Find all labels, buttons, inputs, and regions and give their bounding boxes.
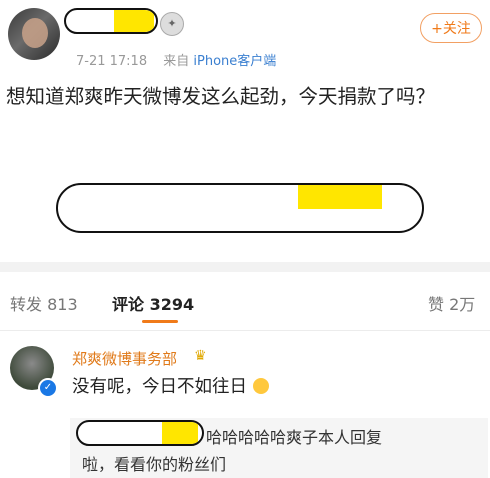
- reply-text-line2: 啦，看看你的粉丝们: [82, 455, 227, 474]
- vip-badge-icon: ✦: [160, 12, 184, 36]
- source-link[interactable]: iPhone客户端: [193, 54, 276, 69]
- post-time: 7-21 17:18: [76, 54, 148, 69]
- tab-comment-indicator: [142, 320, 178, 323]
- reply-text-line1: 哈哈哈哈哈爽子本人回复: [206, 428, 383, 447]
- tab-like[interactable]: 赞 2万: [428, 291, 475, 315]
- tab-comment[interactable]: 评论 3294: [112, 291, 194, 315]
- tab-repost[interactable]: 转发 813: [10, 291, 78, 315]
- commenter-name[interactable]: 郑爽微博事务部: [72, 348, 177, 369]
- source-prefix: 来自: [163, 54, 190, 69]
- poster-avatar[interactable]: [8, 8, 60, 60]
- comment-text: 没有呢，今日不如往日: [72, 373, 269, 398]
- post-text: 想知道郑爽昨天微博发这么起劲，今天捐款了吗？: [6, 85, 436, 108]
- sweat-emoji-icon: [252, 378, 269, 394]
- post-meta: 7-21 17:18 来自 iPhone客户端: [76, 50, 276, 69]
- section-divider: [0, 262, 490, 272]
- follow-button[interactable]: +关注: [420, 13, 482, 43]
- redacted-username: [64, 8, 158, 34]
- comment-text-content: 没有呢，今日不如往日: [72, 377, 247, 397]
- redacted-reply-username: [76, 420, 204, 446]
- tabs-divider: [0, 330, 490, 331]
- redacted-image: [56, 183, 424, 233]
- verified-icon: ✓: [38, 378, 58, 398]
- crown-icon: ♛: [194, 348, 207, 364]
